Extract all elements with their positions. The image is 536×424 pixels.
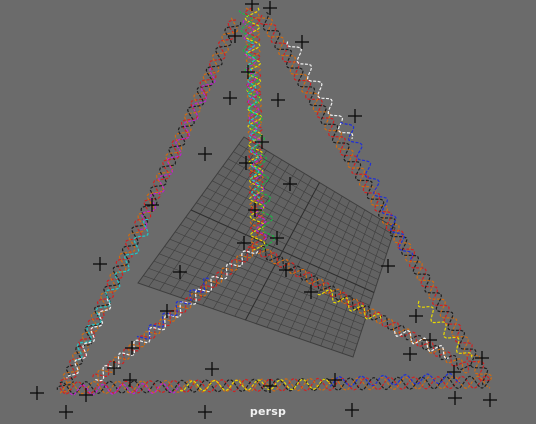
locator-cross[interactable] bbox=[228, 29, 242, 43]
locator-cross[interactable] bbox=[30, 386, 44, 400]
locator-cross[interactable] bbox=[198, 147, 212, 161]
ground-grid bbox=[137, 136, 396, 358]
locator-cross[interactable] bbox=[475, 351, 489, 365]
locator-cross[interactable] bbox=[348, 109, 362, 123]
locator-cross[interactable] bbox=[328, 373, 342, 387]
locator-cross[interactable] bbox=[223, 91, 237, 105]
locator-cross[interactable] bbox=[271, 93, 285, 107]
locator-cross[interactable] bbox=[125, 341, 139, 355]
locator-cross[interactable] bbox=[263, 1, 277, 15]
helix-strand[interactable] bbox=[329, 372, 461, 387]
helix-strand[interactable] bbox=[417, 300, 473, 360]
helix-strand[interactable] bbox=[286, 41, 354, 140]
perspective-viewport[interactable]: persp bbox=[0, 0, 536, 424]
locator-cross[interactable] bbox=[448, 391, 462, 405]
locator-cross[interactable] bbox=[93, 257, 107, 271]
locator-cross[interactable] bbox=[205, 362, 219, 376]
camera-name-label: persp bbox=[249, 405, 287, 418]
locator-cross[interactable] bbox=[409, 309, 423, 323]
locator-cross[interactable] bbox=[403, 347, 417, 361]
scene-canvas[interactable] bbox=[0, 0, 536, 424]
locator-cross[interactable] bbox=[447, 365, 461, 379]
locator-cross[interactable] bbox=[79, 388, 93, 402]
